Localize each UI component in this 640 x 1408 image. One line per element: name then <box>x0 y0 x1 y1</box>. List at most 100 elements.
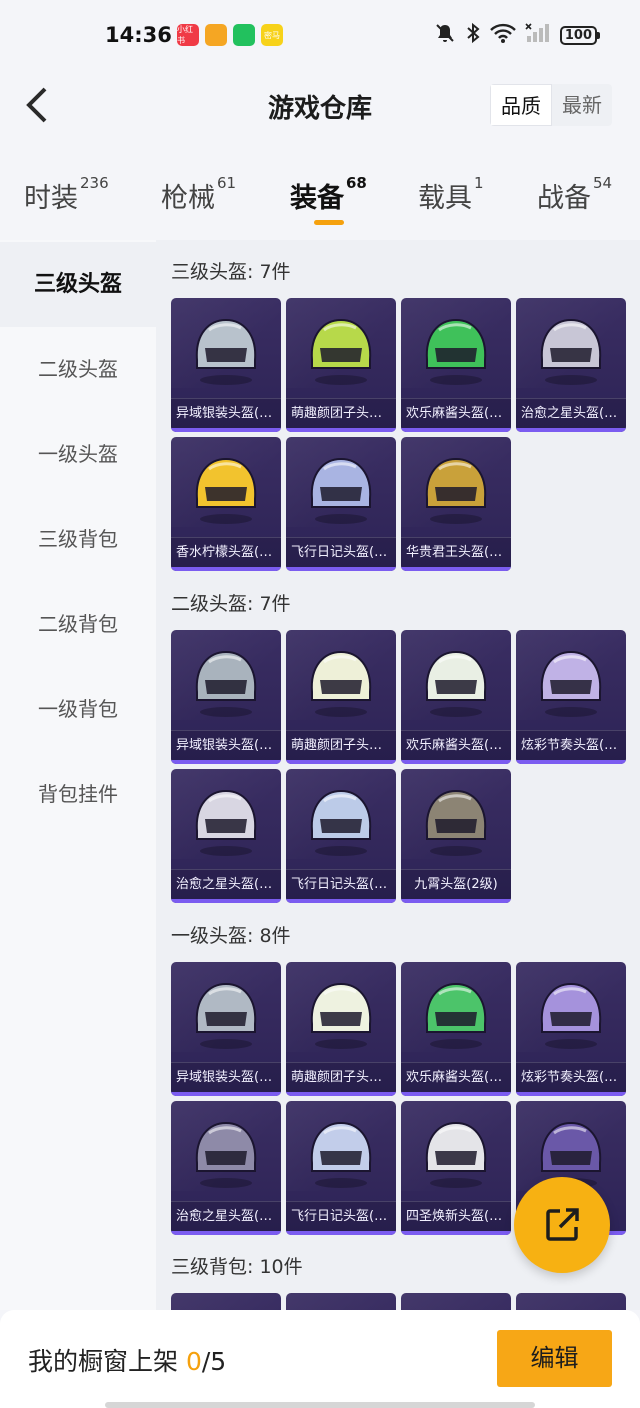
item-card[interactable]: 飞行日记头盔(3级) <box>286 437 396 571</box>
helmet-icon <box>425 650 487 717</box>
item-card[interactable]: 萌趣颜团子头盔(3级) <box>286 298 396 432</box>
item-card[interactable]: 香水柠檬头盔(3级) <box>171 437 281 571</box>
tab-label: 战备 <box>537 183 591 214</box>
helmet-icon <box>540 650 602 717</box>
side-item-level2-helmet[interactable]: 二级头盔 <box>0 327 156 412</box>
tab-label: 载具 <box>418 183 472 214</box>
item-card[interactable]: 萌趣颜团子头盔(2级) <box>286 630 396 764</box>
wifi-icon <box>490 22 516 49</box>
item-card[interactable]: 治愈之星头盔(1级) <box>171 1101 281 1235</box>
side-item-level3-backpack[interactable]: 三级背包 <box>0 497 156 582</box>
helmet-icon <box>195 789 257 856</box>
active-tab-indicator <box>314 220 344 225</box>
showcase-label: 我的橱窗上架 <box>28 1347 186 1376</box>
item-card[interactable]: 炫彩节奏头盔(1级) <box>516 962 626 1096</box>
rarity-bar <box>286 760 396 764</box>
status-time: 14:36 <box>105 23 172 47</box>
side-item-level3-helmet[interactable]: 三级头盔 <box>0 242 156 327</box>
side-item-level1-helmet[interactable]: 一级头盔 <box>0 412 156 497</box>
item-card[interactable] <box>286 1293 396 1310</box>
item-card[interactable]: 欢乐麻酱头盔(1级) <box>401 962 511 1096</box>
tab-count: 1 <box>474 174 484 192</box>
item-card[interactable]: 华贵君王头盔(3级) <box>401 437 511 571</box>
section-title-level3-helmet: 三级头盔: 7件 <box>171 261 291 283</box>
item-label: 九霄头盔(2级) <box>401 869 511 899</box>
rarity-bar <box>516 760 626 764</box>
tab-count: 68 <box>346 174 367 192</box>
helmet-icon <box>425 789 487 856</box>
mute-icon <box>434 22 456 49</box>
item-label: 飞行日记头盔(2级) <box>286 869 396 899</box>
sort-option-quality[interactable]: 品质 <box>490 84 552 126</box>
tab-battle-gear[interactable]: 战备 54 <box>537 174 612 215</box>
helmet-icon <box>425 982 487 1049</box>
item-card[interactable]: 萌趣颜团子头盔(1级) <box>286 962 396 1096</box>
side-item-level1-backpack[interactable]: 一级背包 <box>0 667 156 752</box>
helmet-icon <box>195 650 257 717</box>
tab-guns[interactable]: 枪械 61 <box>161 174 236 215</box>
tab-equipment[interactable]: 装备 68 <box>290 174 367 225</box>
item-grid: 三级头盔: 7件 二级头盔: 7件 一级头盔: 8件 三级背包: 10件 异域银… <box>156 240 640 1310</box>
helmet-icon <box>425 1121 487 1188</box>
helmet-icon <box>195 318 257 385</box>
rarity-bar <box>401 1231 511 1235</box>
helmet-icon <box>195 1121 257 1188</box>
item-card[interactable]: 异域银装头盔(3级) <box>171 298 281 432</box>
item-card[interactable]: 治愈之星头盔(2级) <box>171 769 281 903</box>
showcase-total: /5 <box>201 1347 227 1376</box>
item-label: 欢乐麻酱头盔(3级) <box>401 398 511 428</box>
sort-option-newest[interactable]: 最新 <box>552 84 612 126</box>
taobao-deals-app-icon <box>205 24 227 46</box>
helmet-icon <box>425 457 487 524</box>
item-card[interactable]: 异域银装头盔(2级) <box>171 630 281 764</box>
rarity-bar <box>286 428 396 432</box>
sort-toggle: 品质 最新 <box>490 84 612 126</box>
item-label: 萌趣颜团子头盔(3级) <box>286 398 396 428</box>
item-card[interactable]: 炫彩节奏头盔(2级) <box>516 630 626 764</box>
helmet-icon <box>310 982 372 1049</box>
rarity-bar <box>171 1231 281 1235</box>
header: 游戏仓库 品质 最新 <box>0 70 640 140</box>
item-card[interactable]: 四圣焕新头盔(1级) <box>401 1101 511 1235</box>
item-label: 治愈之星头盔(3级) <box>516 398 626 428</box>
item-card[interactable]: 飞行日记头盔(1级) <box>286 1101 396 1235</box>
item-card[interactable] <box>516 1293 626 1310</box>
item-card[interactable] <box>401 1293 511 1310</box>
item-card[interactable]: 异域银装头盔(1级) <box>171 962 281 1096</box>
category-tabs: 时装 236 枪械 61 装备 68 载具 1 战备 54 <box>0 160 640 240</box>
item-card[interactable]: 欢乐麻酱头盔(2级) <box>401 630 511 764</box>
rarity-bar <box>171 899 281 903</box>
item-label: 治愈之星头盔(1级) <box>171 1201 281 1231</box>
home-indicator <box>105 1402 535 1408</box>
rarity-bar <box>286 1231 396 1235</box>
side-item-level2-backpack[interactable]: 二级背包 <box>0 582 156 667</box>
rarity-bar <box>401 428 511 432</box>
rarity-bar <box>286 567 396 571</box>
section-title-level2-helmet: 二级头盔: 7件 <box>171 593 291 615</box>
tab-fashion[interactable]: 时装 236 <box>24 174 109 215</box>
rarity-bar <box>401 567 511 571</box>
side-item-backpack-charm[interactable]: 背包挂件 <box>0 752 156 837</box>
tab-label: 装备 <box>290 183 344 214</box>
rarity-bar <box>171 428 281 432</box>
item-label: 治愈之星头盔(2级) <box>171 869 281 899</box>
warehouse-body: 三级头盔 二级头盔 一级头盔 三级背包 二级背包 一级背包 背包挂件 三级头盔:… <box>0 240 640 1310</box>
item-label: 华贵君王头盔(3级) <box>401 537 511 567</box>
item-card[interactable]: 九霄头盔(2级) <box>401 769 511 903</box>
tab-vehicles[interactable]: 载具 1 <box>418 174 484 215</box>
item-card[interactable]: 治愈之星头盔(3级) <box>516 298 626 432</box>
item-card[interactable]: 欢乐麻酱头盔(3级) <box>401 298 511 432</box>
rarity-bar <box>516 428 626 432</box>
item-label: 异域银装头盔(2级) <box>171 730 281 760</box>
mixi-app-icon: 密马 <box>261 24 283 46</box>
item-label: 飞行日记头盔(1级) <box>286 1201 396 1231</box>
section-title-level3-backpack: 三级背包: 10件 <box>171 1256 303 1278</box>
item-card[interactable]: 飞行日记头盔(2级) <box>286 769 396 903</box>
helmet-icon <box>195 457 257 524</box>
item-card[interactable] <box>171 1293 281 1310</box>
helmet-icon <box>310 457 372 524</box>
item-label: 异域银装头盔(1级) <box>171 1062 281 1092</box>
rarity-bar <box>286 899 396 903</box>
edit-button[interactable]: 编辑 <box>497 1330 612 1387</box>
share-button[interactable] <box>514 1177 610 1273</box>
